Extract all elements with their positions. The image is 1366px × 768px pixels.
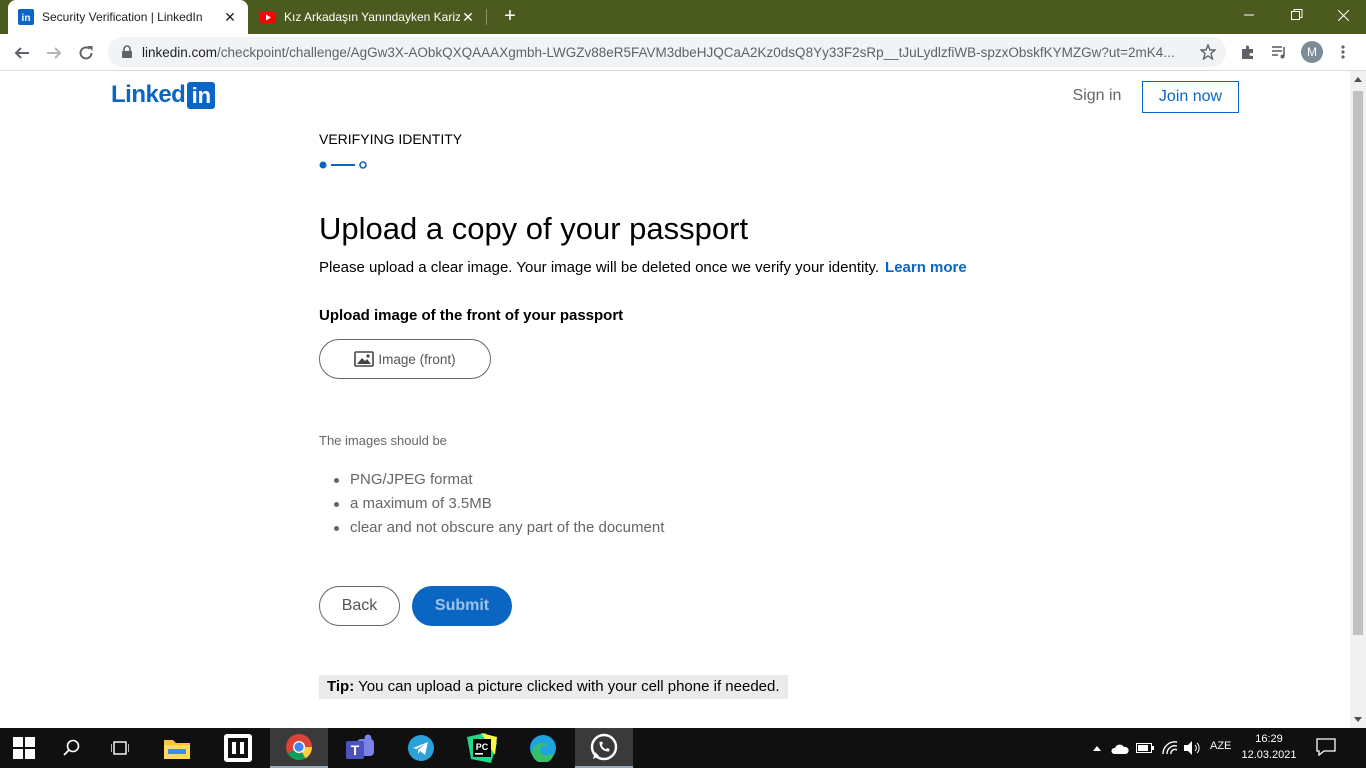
tip-prefix: Tip: [327, 678, 355, 695]
file-explorer-icon[interactable] [148, 728, 206, 768]
url-host: linkedin.com [142, 44, 218, 60]
list-item: a maximum of 3.5MB [319, 492, 664, 516]
tab-title: Security Verification | LinkedIn [42, 10, 203, 24]
logo-in-box: in [187, 81, 216, 109]
forward-arrow-icon[interactable] [41, 40, 67, 66]
join-now-button[interactable]: Join now [1142, 81, 1239, 113]
volume-icon[interactable] [1183, 740, 1203, 756]
close-tab-icon[interactable]: ✕ [460, 9, 476, 26]
reload-icon[interactable] [73, 40, 99, 66]
chrome-icon[interactable] [270, 728, 328, 768]
page-scrollbar[interactable] [1350, 71, 1366, 728]
learn-more-link[interactable]: Learn more [885, 259, 967, 276]
svg-text:in: in [22, 13, 31, 24]
url-text: linkedin.com/checkpoint/challenge/AgGw3X… [142, 45, 1182, 60]
back-button[interactable]: Back [319, 586, 400, 626]
extensions-puzzle-icon[interactable] [1237, 41, 1259, 63]
svg-text:T: T [351, 742, 360, 758]
clock-date: 12.03.2021 [1241, 749, 1297, 761]
requirement-text: clear and not obscure any part of the do… [350, 519, 665, 536]
tab-title: Kız Arkadaşın Yanındayken Karizma [284, 10, 460, 24]
browser-tab-strip: in Security Verification | LinkedIn ✕ Kı… [0, 0, 1366, 34]
scroll-up-icon[interactable] [1354, 77, 1362, 82]
tip-text: You can upload a picture clicked with yo… [354, 678, 780, 695]
requirements-title: The images should be [319, 433, 447, 448]
image-icon [354, 351, 375, 367]
show-hidden-icons-icon[interactable] [1090, 740, 1104, 756]
edge-icon[interactable] [514, 728, 572, 768]
restore-icon[interactable] [1274, 0, 1320, 30]
browser-menu-icon[interactable] [1332, 41, 1354, 63]
whatsapp-icon[interactable] [575, 728, 633, 768]
search-icon[interactable] [48, 728, 96, 768]
step-label: VERIFYING IDENTITY [319, 131, 463, 147]
back-arrow-icon[interactable] [9, 40, 35, 66]
tab-youtube[interactable]: Kız Arkadaşın Yanındayken Karizma ✕ [250, 0, 486, 34]
battery-icon[interactable] [1135, 740, 1155, 756]
youtube-icon [260, 12, 276, 23]
teams-icon[interactable]: T [331, 728, 389, 768]
bullet-icon [334, 502, 339, 507]
page-description: Please upload a clear image. Your image … [319, 259, 967, 276]
bullet-icon [334, 478, 339, 483]
scrollbar-thumb[interactable] [1353, 91, 1363, 635]
profile-avatar[interactable]: M [1301, 41, 1323, 63]
url-path: /checkpoint/challenge/AgGw3X-AObkQXQAAAX… [217, 44, 1175, 60]
media-control-icon[interactable] [1268, 41, 1290, 63]
upload-image-front-button[interactable]: Image (front) [319, 339, 491, 379]
tip-banner: Tip: You can upload a picture clicked wi… [319, 675, 788, 699]
notifications-icon[interactable] [1316, 738, 1338, 758]
start-icon[interactable] [0, 728, 48, 768]
task-view-icon[interactable] [96, 728, 144, 768]
onedrive-cloud-icon[interactable] [1110, 740, 1130, 756]
wifi-icon[interactable] [1160, 740, 1180, 756]
clock-time: 16:29 [1255, 733, 1283, 745]
input-language[interactable]: AZE [1210, 740, 1231, 752]
tab-security-verification[interactable]: in Security Verification | LinkedIn ✕ [8, 0, 248, 34]
upload-section-title: Upload image of the front of your passpo… [319, 307, 624, 324]
requirement-text: PNG/JPEG format [350, 471, 473, 488]
pycharm-icon[interactable]: PC [453, 728, 511, 768]
bullet-icon [334, 526, 339, 531]
address-bar[interactable]: linkedin.com/checkpoint/challenge/AgGw3X… [108, 37, 1226, 67]
linkedin-logo[interactable]: Linked in [111, 81, 216, 109]
browser-toolbar: linkedin.com/checkpoint/challenge/AgGw3X… [0, 34, 1366, 71]
lock-icon [122, 45, 132, 58]
requirement-text: a maximum of 3.5MB [350, 495, 492, 512]
minimize-icon[interactable] [1226, 0, 1272, 30]
new-tab-icon[interactable]: + [498, 5, 522, 29]
windows-taskbar: T PC AZE 16:29 12.03.2021 [0, 728, 1366, 768]
requirements-list: PNG/JPEG format a maximum of 3.5MB clear… [319, 468, 664, 540]
close-tab-icon[interactable]: ✕ [222, 9, 238, 26]
step-progress-indicator [319, 161, 367, 169]
jetbrains-toolbox-icon[interactable] [209, 728, 267, 768]
scroll-down-icon[interactable] [1354, 717, 1362, 722]
description-text: Please upload a clear image. Your image … [319, 259, 880, 276]
bookmark-star-icon[interactable] [1197, 41, 1219, 63]
svg-text:PC: PC [476, 742, 489, 752]
logo-wordmark: Linked [111, 81, 186, 108]
list-item: clear and not obscure any part of the do… [319, 516, 664, 540]
telegram-icon[interactable] [392, 728, 450, 768]
sign-in-link[interactable]: Sign in [1060, 87, 1134, 105]
close-window-icon[interactable] [1320, 0, 1366, 30]
linkedin-page: Linked in Sign in Join now VERIFYING IDE… [0, 71, 1350, 728]
submit-button[interactable]: Submit [412, 586, 512, 626]
tab-separator [486, 9, 487, 25]
system-clock[interactable]: 16:29 12.03.2021 [1240, 731, 1298, 763]
page-title: Upload a copy of your passport [319, 211, 749, 246]
upload-button-label: Image (front) [378, 351, 456, 367]
linkedin-icon: in [18, 9, 34, 25]
list-item: PNG/JPEG format [319, 468, 664, 492]
